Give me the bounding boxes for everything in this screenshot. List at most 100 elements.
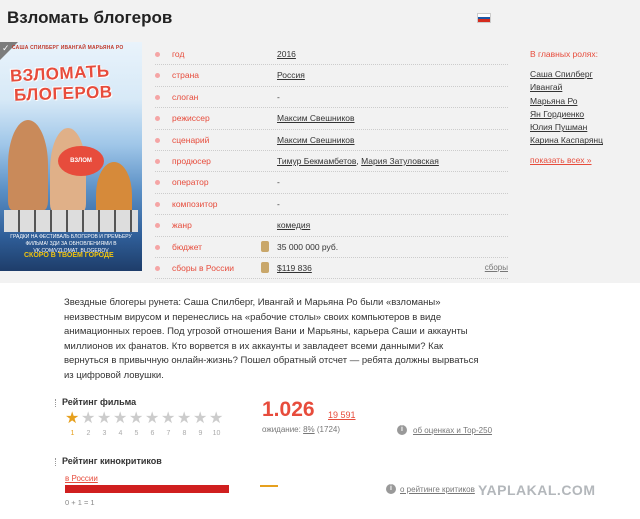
info-icon[interactable]: i (386, 484, 396, 494)
info-label: сборы в России (172, 262, 234, 273)
star-2[interactable]: ★ (81, 411, 96, 427)
star-number: 4 (118, 430, 123, 437)
star-6[interactable]: ★ (145, 411, 160, 427)
info-row-genre: жанр комедия (155, 215, 508, 237)
waiting-label: ожидание: (262, 425, 301, 434)
info-label: бюджет (172, 241, 203, 252)
star-9[interactable]: ★ (193, 411, 208, 427)
actor-link[interactable]: Ян Гордиенко (530, 109, 635, 119)
info-row-slogan: слоган - (155, 87, 508, 109)
actor-link[interactable]: Ивангай (530, 82, 635, 92)
info-label: режиссер (172, 113, 210, 124)
producer-link[interactable]: Мария Затуловская (361, 156, 439, 166)
slogan-value: - (277, 91, 280, 102)
star-10[interactable]: ★ (209, 411, 224, 427)
star-number: 8 (182, 430, 187, 437)
row-bullet (155, 180, 160, 186)
waiting-percent-link[interactable]: 8% (303, 425, 315, 434)
star-number: 6 (150, 430, 155, 437)
row-bullet (155, 52, 160, 57)
star-number: 7 (166, 430, 171, 437)
info-icon[interactable]: i (397, 425, 407, 435)
critics-russia-link[interactable]: в России (65, 474, 98, 483)
genre-link[interactable]: комедия (277, 220, 310, 230)
rating-heading: Рейтинг фильма (62, 397, 137, 407)
operator-value: - (277, 177, 280, 188)
star-3[interactable]: ★ (97, 411, 112, 427)
star-8[interactable]: ★ (177, 411, 192, 427)
waiting-stats: ожидание: 8% (1724) (262, 425, 340, 434)
critics-rating-bar (65, 485, 229, 493)
about-critics-link[interactable]: о рейтинге критиков (400, 485, 475, 494)
info-row-boxoffice: сборы в России $119 836 сборы (155, 258, 508, 280)
info-label: слоган (172, 91, 199, 102)
actor-link[interactable]: Саша Спилберг (530, 69, 635, 79)
boxoffice-link[interactable]: $119 836 (277, 263, 312, 273)
film-poster[interactable]: ✓ САША СПИЛБЕРГ ИВАНГАЙ МАРЬЯНА РО ВЗЛОМ… (0, 42, 142, 271)
poster-screens (4, 210, 138, 232)
row-bullet (155, 73, 160, 79)
russia-flag-icon (477, 13, 491, 23)
star-1[interactable]: ★ (65, 411, 80, 427)
row-bullet (155, 94, 160, 100)
director-link[interactable]: Максим Свешников (277, 113, 355, 123)
row-bullet (155, 223, 160, 229)
poster-badge: ВЗЛОМ (58, 146, 104, 176)
critics-heading: Рейтинг кинокритиков (62, 456, 162, 466)
info-row-year: год 2016 (155, 44, 508, 66)
poster-title-line2: БЛОГЕРОВ (13, 82, 113, 105)
country-link[interactable]: Россия (277, 70, 305, 80)
film-description: Звездные блогеры рунета: Саша Спилберг, … (64, 297, 479, 381)
info-row-operator: оператор - (155, 172, 508, 194)
section-marker (55, 457, 58, 466)
money-icon (261, 240, 269, 252)
money-icon (261, 261, 269, 273)
row-bullet (155, 158, 160, 164)
page-title: Взломать блогеров (7, 8, 173, 27)
row-bullet (155, 265, 160, 271)
critics-counts: 0 + 1 = 1 (65, 498, 95, 507)
watermark: YAPLAKAL.COM (478, 482, 596, 498)
rating-section-title: Рейтинг фильма (55, 397, 136, 407)
producer-link[interactable]: Тимур Бекмамбетов (277, 156, 356, 166)
writer-link[interactable]: Максим Свешников (277, 135, 355, 145)
row-bullet (155, 201, 160, 207)
info-row-country: страна Россия (155, 65, 508, 87)
info-label: жанр (172, 220, 192, 231)
star-number: 5 (134, 430, 139, 437)
poster-person (8, 120, 48, 210)
info-label: оператор (172, 177, 209, 188)
actor-link[interactable]: Марьяна Ро (530, 96, 635, 106)
info-label: композитор (172, 198, 218, 209)
boxoffice-details-link[interactable]: сборы (485, 263, 508, 272)
section-marker (55, 398, 58, 407)
critics-section-title: Рейтинг кинокритиков (55, 456, 162, 466)
critics-rating-dash (260, 485, 278, 487)
info-label: страна (172, 70, 200, 81)
year-link[interactable]: 2016 (277, 49, 296, 59)
actor-link[interactable]: Карина Каспарянц (530, 135, 635, 145)
checkmark-icon[interactable]: ✓ (2, 43, 10, 54)
star-number: 9 (198, 430, 203, 437)
info-label: год (172, 49, 185, 59)
info-row-producer: продюсер Тимур Бекмамбетов, Мария Затуло… (155, 151, 508, 173)
star-number: 3 (102, 430, 107, 437)
waiting-count: (1724) (316, 425, 341, 434)
poster-cast-names: САША СПИЛБЕРГ ИВАНГАЙ МАРЬЯНА РО (12, 45, 124, 51)
star-number: 10 (212, 430, 221, 437)
star-7[interactable]: ★ (161, 411, 176, 427)
row-bullet (155, 137, 160, 143)
actor-link[interactable]: Юлия Пушман (530, 122, 635, 132)
about-ratings-link[interactable]: об оценках и Top-250 (413, 426, 492, 435)
info-row-writer: сценарий Максим Свешников (155, 130, 508, 151)
votes-count-link[interactable]: 19 591 (328, 410, 356, 420)
composer-value: - (277, 198, 280, 209)
info-label: продюсер (172, 155, 211, 166)
star-5[interactable]: ★ (129, 411, 144, 427)
info-row-director: режиссер Максим Свешников (155, 108, 508, 130)
comma-separator: , (356, 155, 359, 166)
show-all-cast-link[interactable]: показать всех » (530, 155, 635, 165)
info-row-composer: композитор - (155, 194, 508, 216)
star-4[interactable]: ★ (113, 411, 128, 427)
info-label: сценарий (172, 134, 210, 145)
